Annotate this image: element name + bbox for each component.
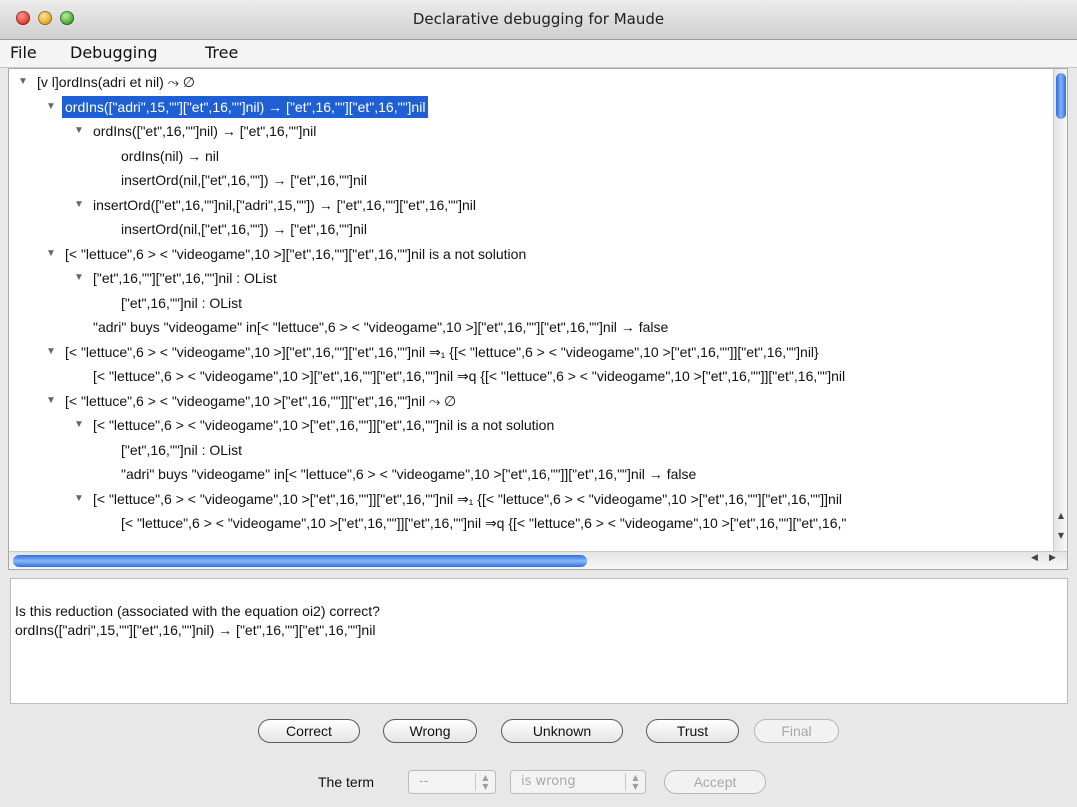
expand-triangle-icon[interactable]: ▼: [73, 488, 85, 510]
scroll-up-arrow-icon[interactable]: ▲: [1054, 511, 1067, 520]
node-label: [< "lettuce",6 > < "videogame",10 >["et"…: [93, 490, 843, 507]
expand-triangle-icon[interactable]: ▼: [73, 194, 85, 216]
node-label: "adri" buys "videogame" in[< "lettuce",6…: [121, 466, 697, 482]
scroll-down-arrow-icon[interactable]: ▼: [1054, 531, 1067, 540]
status-select: is wrong ▲ ▼: [510, 770, 646, 794]
expand-triangle-icon[interactable]: ▼: [73, 120, 85, 142]
vertical-scrollbar[interactable]: ▲ ▼: [1053, 69, 1067, 552]
expand-triangle-icon[interactable]: ▼: [73, 414, 85, 436]
node-label: [v l]ordIns(adri et nil) ⤳ ∅: [37, 74, 195, 90]
trust-button[interactable]: Trust: [646, 719, 739, 743]
menu-file[interactable]: File: [10, 43, 37, 62]
node-label: ordIns(["et",16,""]nil) → ["et",16,""]ni…: [93, 123, 317, 139]
vertical-scroll-thumb[interactable]: [1056, 73, 1066, 119]
node-label: ["et",16,""]nil : OList: [121, 441, 243, 458]
final-button: Final: [754, 719, 839, 743]
menu-tree[interactable]: Tree: [205, 43, 238, 62]
node-label: "adri" buys "videogame" in[< "lettuce",6…: [93, 319, 669, 335]
node-label: [< "lettuce",6 > < "videogame",10 >]["et…: [65, 343, 819, 360]
node-label: [< "lettuce",6 > < "videogame",10 >["et"…: [121, 515, 847, 531]
node-label: ordIns(nil) → nil: [121, 147, 220, 164]
horizontal-scrollbar[interactable]: ◀ ▶: [9, 551, 1067, 569]
up-down-arrows-icon: ▲ ▼: [625, 773, 645, 791]
expand-triangle-icon[interactable]: ▼: [45, 390, 57, 412]
node-label: [< "lettuce",6 > < "videogame",10 >]["et…: [65, 245, 527, 262]
up-down-arrows-icon: ▲ ▼: [475, 773, 495, 791]
node-label: insertOrd(["et",16,""]nil,["adri",15,""]…: [93, 196, 476, 213]
expand-triangle-icon[interactable]: ▼: [45, 341, 57, 363]
menu-bar: File Debugging Tree: [0, 40, 1077, 68]
correct-button[interactable]: Correct: [258, 719, 360, 743]
expand-triangle-icon[interactable]: ▼: [17, 71, 29, 93]
node-label: insertOrd(nil,["et",16,""]) → ["et",16,"…: [121, 172, 367, 188]
node-label: ["et",16,""]nil : OList: [121, 294, 243, 311]
menu-debugging[interactable]: Debugging: [70, 43, 158, 62]
node-label: [< "lettuce",6 > < "videogame",10 >["et"…: [65, 392, 457, 409]
unknown-button[interactable]: Unknown: [501, 719, 623, 743]
title-bar: Declarative debugging for Maude: [0, 0, 1077, 40]
accept-button: Accept: [664, 770, 766, 794]
wrong-button[interactable]: Wrong: [383, 719, 477, 743]
node-label: insertOrd(nil,["et",16,""]) → ["et",16,"…: [121, 221, 367, 237]
expand-triangle-icon[interactable]: ▼: [45, 243, 57, 265]
term-select-value: --: [419, 774, 429, 789]
expand-triangle-icon[interactable]: ▼: [45, 96, 57, 118]
expand-triangle-icon[interactable]: ▼: [73, 267, 85, 289]
selected-node-label: ordIns(["adri",15,""]["et",16,""]nil) → …: [62, 95, 429, 118]
question-reduction: ordIns(["adri",15,""]["et",16,""]nil) → …: [15, 622, 376, 638]
window-title: Declarative debugging for Maude: [412, 10, 665, 28]
question-panel: Is this reduction (associated with the e…: [10, 578, 1068, 704]
debugging-tree: ▼ [v l]ordIns(adri et nil) ⤳ ∅ ▼ ordIns(["a…: [9, 69, 1054, 552]
status-select-value: is wrong: [521, 774, 576, 789]
horizontal-scroll-thumb[interactable]: [13, 555, 587, 567]
node-label: [< "lettuce",6 > < "videogame",10 >]["et…: [93, 368, 846, 384]
node-label: [< "lettuce",6 > < "videogame",10 >["et"…: [93, 417, 555, 433]
node-label: ["et",16,""]["et",16,""]nil : OList: [93, 270, 277, 286]
debugging-tree-panel: ▼ [v l]ordIns(adri et nil) ⤳ ∅ ▼ ordIns(["a…: [8, 68, 1068, 570]
term-label: The term: [318, 774, 375, 790]
term-select: -- ▲ ▼: [408, 770, 496, 794]
scroll-left-arrow-icon[interactable]: ◀: [1031, 553, 1038, 563]
question-text: Is this reduction (associated with the e…: [15, 603, 380, 619]
scroll-right-arrow-icon[interactable]: ▶: [1049, 553, 1056, 563]
